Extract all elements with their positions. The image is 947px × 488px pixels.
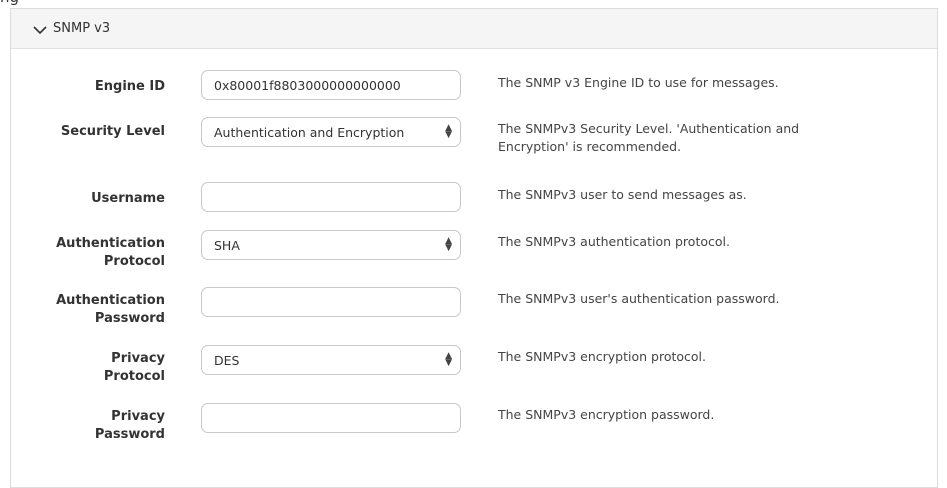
privacy-protocol-value: DES <box>214 352 240 368</box>
auth-protocol-label-line2: Protocol <box>103 254 165 269</box>
security-level-help-line1: The SNMPv3 Security Level. 'Authenticati… <box>498 121 800 136</box>
auth-protocol-label: Authentication Protocol <box>15 235 165 271</box>
privacy-password-label-line1: Privacy <box>111 409 165 424</box>
updown-arrows-icon: ▲ ▼ <box>445 236 452 253</box>
engine-id-help: The SNMP v3 Engine ID to use for message… <box>498 75 779 90</box>
engine-id-input[interactable] <box>201 70 461 100</box>
engine-id-label: Engine ID <box>94 79 165 94</box>
privacy-protocol-label-line2: Protocol <box>103 369 165 384</box>
auth-protocol-help: The SNMPv3 authentication protocol. <box>498 234 730 249</box>
username-label: Username <box>91 191 165 206</box>
security-level-value: Authentication and Encryption <box>214 124 405 140</box>
auth-password-help: The SNMPv3 user's authentication passwor… <box>498 291 780 306</box>
auth-password-label-line2: Password <box>94 311 165 326</box>
auth-password-label: Authentication Password <box>15 292 165 328</box>
auth-protocol-select[interactable]: SHA ▲ ▼ <box>201 230 461 260</box>
snmp-v3-panel-header[interactable]: SNMP v3 <box>11 9 937 49</box>
snmp-v3-panel: SNMP v3 Engine ID The SNMP v3 Engine ID … <box>10 8 938 488</box>
privacy-protocol-select[interactable]: DES ▲ ▼ <box>201 345 461 375</box>
privacy-protocol-help: The SNMPv3 encryption protocol. <box>498 349 706 364</box>
privacy-protocol-label: Privacy Protocol <box>15 350 165 386</box>
updown-arrows-icon: ▲ ▼ <box>445 351 452 368</box>
auth-protocol-label-line1: Authentication <box>56 236 165 251</box>
username-help: The SNMPv3 user to send messages as. <box>498 187 747 202</box>
auth-password-label-line1: Authentication <box>56 293 165 308</box>
chevron-down-icon <box>33 24 47 34</box>
security-level-help: The SNMPv3 Security Level. 'Authenticati… <box>498 120 878 156</box>
auth-protocol-value: SHA <box>214 237 240 253</box>
panel-title: SNMP v3 <box>53 21 111 36</box>
privacy-password-label: Privacy Password <box>15 408 165 444</box>
privacy-protocol-label-line1: Privacy <box>111 351 165 366</box>
security-level-label: Security Level <box>60 124 165 139</box>
privacy-password-input[interactable] <box>201 403 461 433</box>
page-heading-fragment: ng <box>0 0 19 5</box>
security-level-select[interactable]: Authentication and Encryption ▲ ▼ <box>201 117 461 147</box>
updown-arrows-icon: ▲ ▼ <box>445 123 452 140</box>
security-level-help-line2: Encryption' is recommended. <box>498 139 682 154</box>
username-input[interactable] <box>201 182 461 212</box>
privacy-password-help: The SNMPv3 encryption password. <box>498 407 715 422</box>
auth-password-input[interactable] <box>201 287 461 317</box>
privacy-password-label-line2: Password <box>94 427 165 442</box>
